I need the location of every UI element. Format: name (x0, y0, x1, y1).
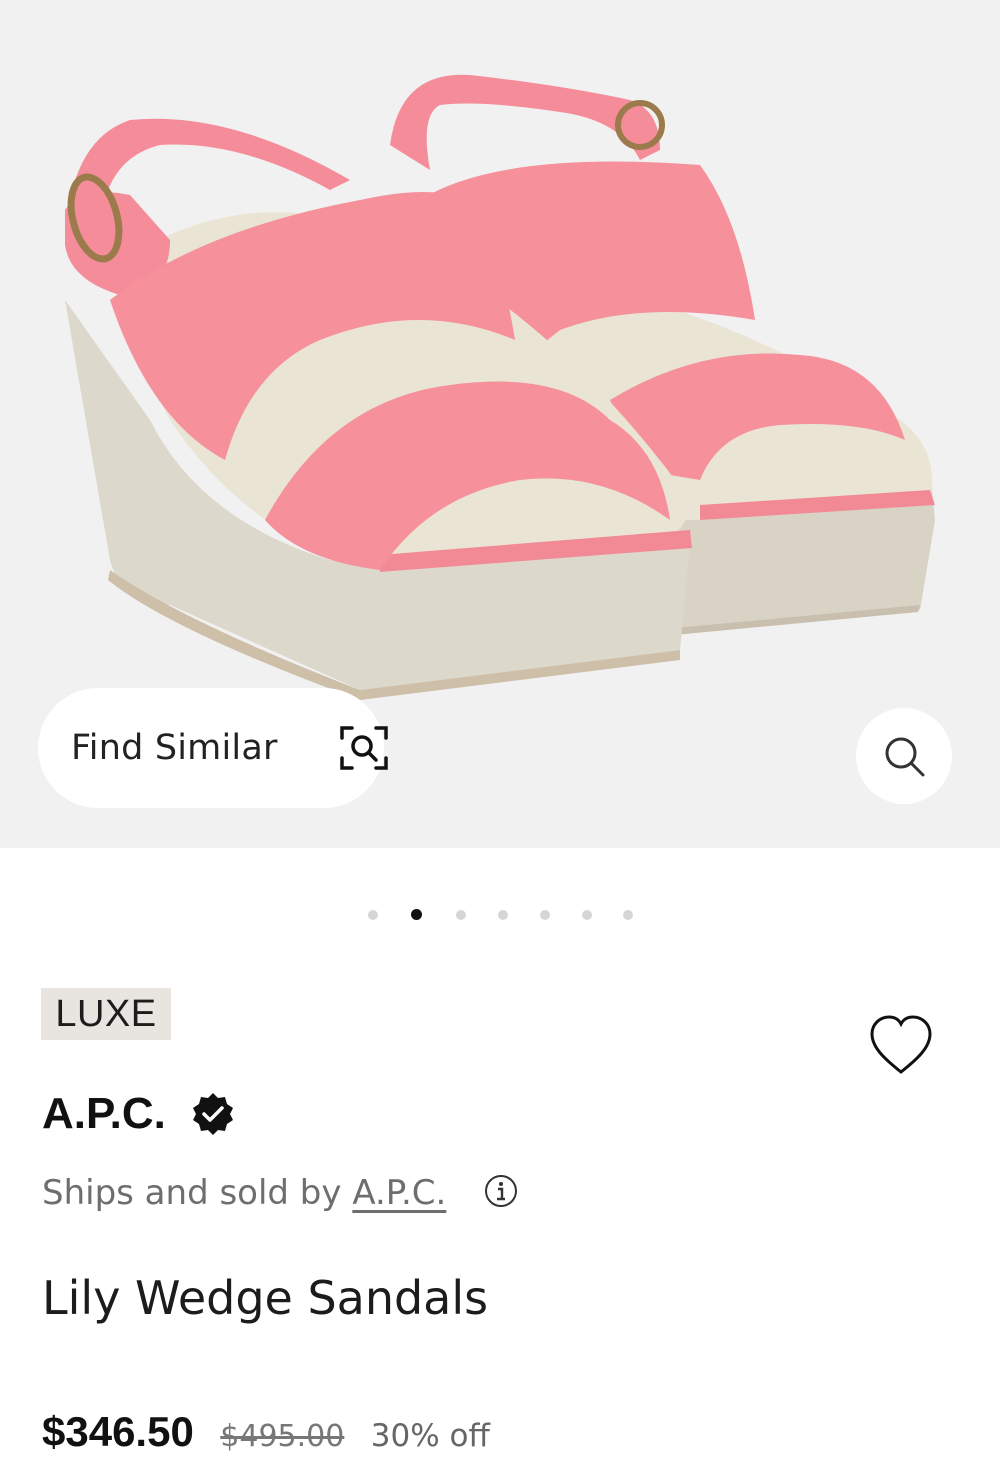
luxe-badge: LUXE (41, 988, 171, 1040)
seller-info: Ships and sold by A.P.C. (42, 1168, 446, 1218)
carousel-dot[interactable] (623, 910, 633, 920)
zoom-button[interactable] (856, 708, 952, 804)
heart-icon[interactable] (866, 1012, 936, 1078)
carousel-indicator (0, 905, 1000, 925)
scan-search-icon (340, 726, 388, 770)
original-price: $495.00 (220, 1419, 345, 1454)
carousel-dot-active[interactable] (411, 909, 422, 920)
carousel-dot[interactable] (498, 910, 508, 920)
product-title: Lily Wedge Sandals (42, 1271, 489, 1325)
carousel-dot[interactable] (456, 910, 466, 920)
info-icon[interactable] (484, 1174, 518, 1208)
find-similar-button[interactable]: Find Similar (38, 688, 388, 808)
price-row: $346.50 $495.00 30% off (42, 1404, 490, 1460)
carousel-dot[interactable] (368, 910, 378, 920)
seller-prefix: Ships and sold by (42, 1173, 342, 1213)
product-image-area[interactable]: Find Similar (0, 0, 1000, 848)
seller-link[interactable]: A.P.C. (352, 1173, 446, 1213)
find-similar-label: Find Similar (71, 728, 278, 768)
verified-badge-icon (193, 1093, 233, 1135)
carousel-dot[interactable] (582, 910, 592, 920)
brand-name[interactable]: A.P.C. (42, 1085, 166, 1143)
search-icon (885, 737, 925, 777)
current-price: $346.50 (42, 1408, 194, 1455)
carousel-dot[interactable] (540, 910, 550, 920)
discount-label: 30% off (370, 1418, 490, 1454)
